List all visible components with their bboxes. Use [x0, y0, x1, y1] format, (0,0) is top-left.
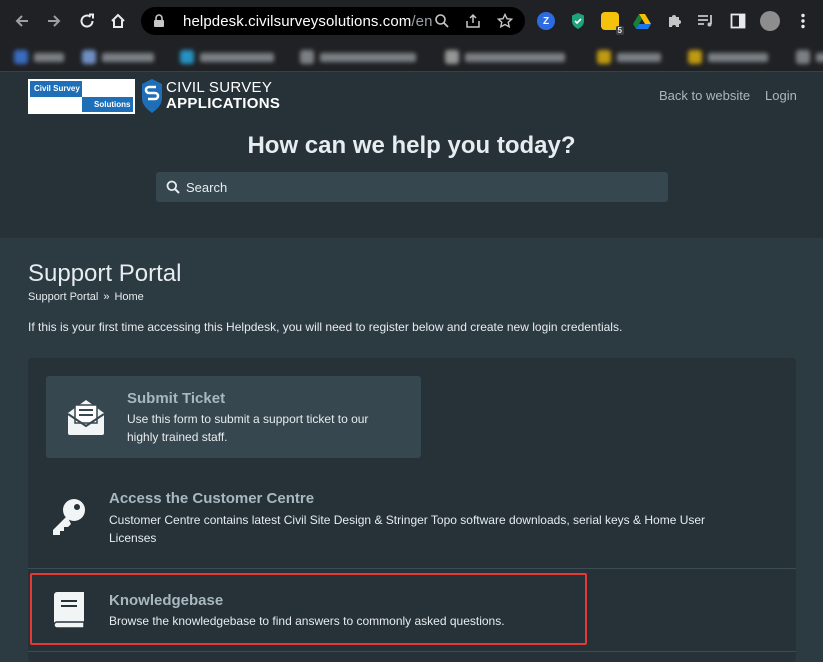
page-title: Support Portal [28, 260, 182, 287]
forward-arrow-icon[interactable] [44, 11, 64, 31]
bookmark-item[interactable] [796, 50, 823, 64]
bookmarks-bar [0, 42, 823, 72]
address-bar[interactable]: helpdesk.civilsurveysolutions.com/en [141, 7, 525, 35]
shield-extension-icon[interactable] [569, 12, 587, 30]
drive-extension-icon[interactable] [633, 12, 651, 30]
reload-icon[interactable] [77, 11, 97, 31]
bookmark-item[interactable] [300, 50, 416, 64]
profile-avatar[interactable] [760, 11, 780, 31]
bookmark-item[interactable] [445, 50, 565, 64]
breadcrumb-separator: » [103, 291, 110, 303]
envelope-open-icon [65, 396, 107, 438]
brand-name[interactable]: CIVIL SURVEY APPLICATIONS [166, 80, 280, 112]
side-panel-icon[interactable] [729, 12, 747, 30]
share-icon[interactable] [464, 12, 482, 30]
divider [28, 568, 796, 569]
bookmark-item[interactable] [14, 50, 64, 64]
back-to-website-link[interactable]: Back to website [659, 88, 750, 103]
media-control-icon[interactable] [697, 12, 715, 30]
civil-survey-solutions-logo[interactable]: Civil Survey Solutions [28, 79, 135, 114]
customer-centre-description: Customer Centre contains latest Civil Si… [109, 513, 706, 545]
bookmark-item[interactable] [82, 50, 154, 64]
submit-ticket-title[interactable]: Submit Ticket [127, 390, 225, 407]
back-arrow-icon[interactable] [12, 11, 32, 31]
bookmark-item[interactable] [180, 50, 274, 64]
intro-text: If this is your first time accessing thi… [28, 320, 623, 334]
divider [28, 651, 796, 652]
breadcrumb-support-portal[interactable]: Support Portal [28, 291, 98, 303]
search-bar[interactable] [156, 172, 668, 202]
zoom-extension-icon[interactable]: Z [537, 12, 555, 30]
breadcrumb-home[interactable]: Home [114, 291, 143, 303]
search-icon [166, 180, 180, 194]
address-url[interactable]: helpdesk.civilsurveysolutions.com/en [183, 13, 433, 30]
login-link[interactable]: Login [765, 88, 797, 103]
browser-toolbar: helpdesk.civilsurveysolutions.com/en Z 5 [0, 0, 823, 42]
bookmark-item[interactable] [597, 50, 661, 64]
lock-icon[interactable] [153, 14, 167, 28]
hero-title: How can we help you today? [247, 132, 576, 159]
kebab-menu-icon[interactable] [794, 12, 812, 30]
bookmark-star-icon[interactable] [496, 12, 514, 30]
bookmark-item[interactable] [688, 50, 768, 64]
extensions-puzzle-icon[interactable] [665, 12, 683, 30]
home-icon[interactable] [108, 11, 128, 31]
key-icon [48, 496, 90, 538]
customer-centre-title[interactable]: Access the Customer Centre [109, 490, 314, 507]
breadcrumb: Support Portal » Home [28, 291, 144, 303]
zoom-icon[interactable] [433, 12, 451, 30]
civil-survey-applications-logo-icon [142, 79, 162, 113]
submit-ticket-description: Use this form to submit a support ticket… [127, 412, 369, 444]
search-input[interactable] [186, 179, 656, 195]
notes-extension-icon[interactable]: 5 [601, 12, 624, 35]
knowledgebase-highlight-box [30, 573, 587, 645]
